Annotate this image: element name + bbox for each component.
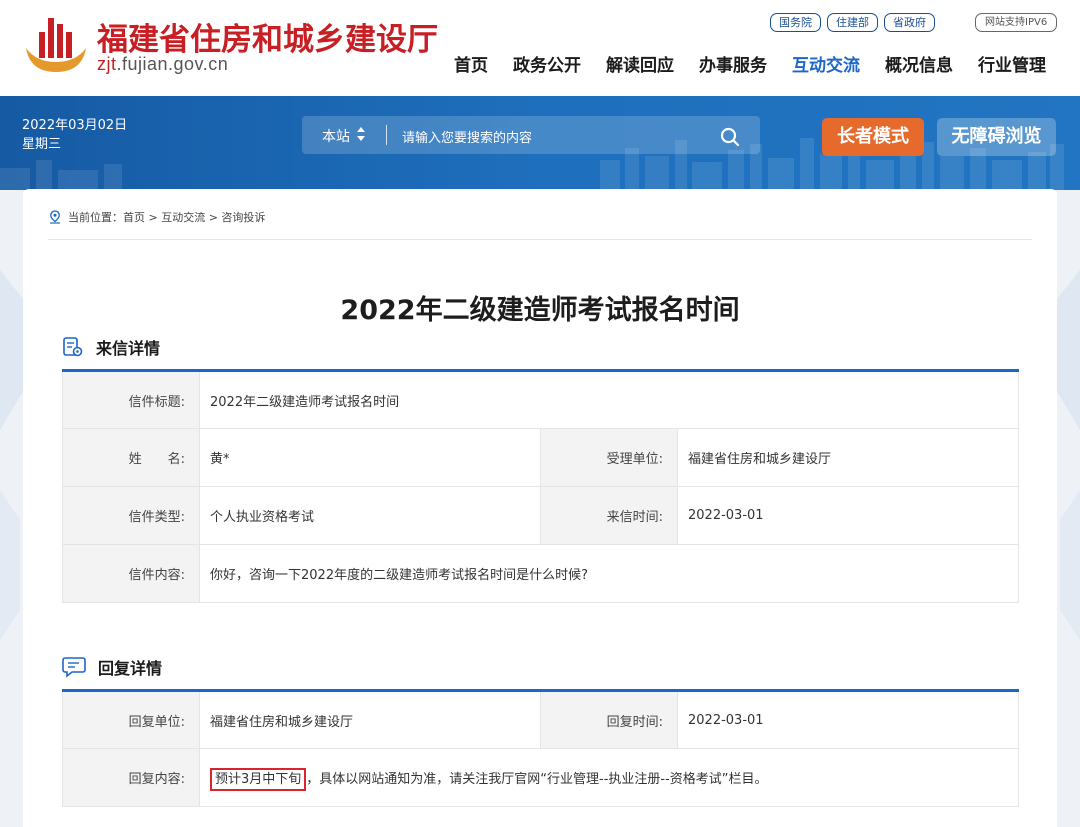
location-pin-icon: [50, 210, 60, 224]
breadcrumb-text[interactable]: 当前位置：首页 > 互动交流 > 咨询投诉: [68, 209, 265, 225]
content-label: 信件内容:: [62, 544, 200, 603]
reply-time-value: 2022-03-01: [677, 690, 1019, 749]
table-row: 信件内容: 你好，咨询一下2022年度的二级建造师考试报名时间是什么时候?: [62, 544, 1019, 603]
type-value: 个人执业资格考试: [199, 486, 541, 545]
reply-details-heading: 回复详情: [62, 655, 162, 679]
reply-time-label: 回复时间:: [540, 690, 678, 749]
letter-details-heading: 来信详情: [62, 335, 160, 359]
name-label: 姓 名:: [62, 428, 200, 487]
site-url-prefix: zjt: [97, 54, 117, 74]
reply-unit-label: 回复单位:: [62, 690, 200, 749]
elder-mode-button[interactable]: 长者模式: [822, 118, 924, 156]
site-url-rest: .fujian.gov.cn: [116, 54, 229, 74]
right-decoration: [1056, 270, 1080, 640]
reply-details-table: 回复单位: 福建省住房和城乡建设厅 回复时间: 2022-03-01 回复内容:…: [62, 689, 1019, 807]
unit-label: 受理单位:: [540, 428, 678, 487]
current-date: 2022年03月02日 星期三: [22, 116, 127, 154]
letter-time-value: 2022-03-01: [677, 486, 1019, 545]
reply-unit-value: 福建省住房和城乡建设厅: [199, 690, 541, 749]
breadcrumb: 当前位置：首页 > 互动交流 > 咨询投诉: [48, 209, 265, 225]
top-link-mohurd[interactable]: 住建部: [827, 13, 878, 32]
search-icon[interactable]: [720, 127, 740, 147]
ipv6-badge: 网站支持IPV6: [975, 13, 1058, 32]
chat-bubble-icon: [62, 657, 86, 678]
reply-highlight: 预计3月中下旬: [210, 768, 307, 791]
nav-government-affairs[interactable]: 政务公开: [513, 51, 581, 76]
search-bar: 本站 请输入您要搜索的内容: [302, 116, 760, 154]
site-header: 福建省住房和城乡建设厅 zjt.fujian.gov.cn 国务院 住建部 省政…: [0, 0, 1080, 96]
top-links: 国务院 住建部 省政府: [770, 13, 935, 32]
table-row: 姓 名: 黄* 受理单位: 福建省住房和城乡建设厅: [62, 428, 1019, 487]
content-value: 你好，咨询一下2022年度的二级建造师考试报名时间是什么时候?: [199, 544, 1019, 603]
top-link-province[interactable]: 省政府: [884, 13, 935, 32]
table-row: 信件类型: 个人执业资格考试 来信时间: 2022-03-01: [62, 486, 1019, 545]
date-text: 2022年03月02日: [22, 118, 128, 133]
accessible-browse-button[interactable]: 无障碍浏览: [937, 118, 1056, 156]
site-title[interactable]: 福建省住房和城乡建设厅: [97, 14, 438, 59]
letter-time-label: 来信时间:: [540, 486, 678, 545]
nav-overview[interactable]: 概况信息: [885, 51, 953, 76]
page-title: 2022年二级建造师考试报名时间: [340, 295, 740, 326]
nav-interpretation[interactable]: 解读回应: [606, 51, 674, 76]
search-input[interactable]: 请输入您要搜索的内容: [402, 127, 532, 146]
reply-content-rest: ，具体以网站通知为准，请关注我厅官网“行业管理--执业注册--资格考试”栏目。: [306, 772, 768, 787]
table-row: 回复单位: 福建省住房和城乡建设厅 回复时间: 2022-03-01: [62, 690, 1019, 749]
unit-value: 福建省住房和城乡建设厅: [677, 428, 1019, 487]
breadcrumb-divider: [48, 239, 1032, 240]
reply-details-title: 回复详情: [98, 659, 163, 678]
letter-details-table: 信件标题: 2022年二级建造师考试报名时间 姓 名: 黄* 受理单位: 福建省…: [62, 369, 1019, 603]
subject-label: 信件标题:: [62, 370, 200, 429]
reply-content-value: 预计3月中下旬 ，具体以网站通知为准，请关注我厅官网“行业管理--执业注册--资格…: [199, 748, 1019, 807]
table-row: 信件标题: 2022年二级建造师考试报名时间: [62, 370, 1019, 429]
nav-interaction[interactable]: 互动交流: [792, 51, 860, 76]
document-icon: [63, 337, 83, 357]
search-scope-select[interactable]: 本站: [322, 126, 350, 146]
type-label: 信件类型:: [62, 486, 200, 545]
table-row: 回复内容: 预计3月中下旬 ，具体以网站通知为准，请关注我厅官网“行业管理--执业…: [62, 748, 1019, 807]
reply-content-label: 回复内容:: [62, 748, 200, 807]
nav-services[interactable]: 办事服务: [699, 51, 767, 76]
sort-arrows-icon[interactable]: [355, 125, 367, 143]
left-decoration: [0, 270, 24, 640]
main-nav: 首页 政务公开 解读回应 办事服务 互动交流 概况信息 行业管理: [454, 51, 1046, 76]
site-logo-icon[interactable]: [24, 14, 88, 74]
name-value: 黄*: [199, 428, 541, 487]
search-divider: [386, 125, 387, 145]
nav-industry-management[interactable]: 行业管理: [978, 51, 1046, 76]
top-link-state-council[interactable]: 国务院: [770, 13, 821, 32]
site-url: zjt.fujian.gov.cn: [97, 54, 228, 75]
weekday-text: 星期三: [22, 137, 62, 152]
subject-value: 2022年二级建造师考试报名时间: [199, 370, 1019, 429]
nav-home[interactable]: 首页: [454, 51, 488, 76]
letter-details-title: 来信详情: [96, 339, 161, 358]
